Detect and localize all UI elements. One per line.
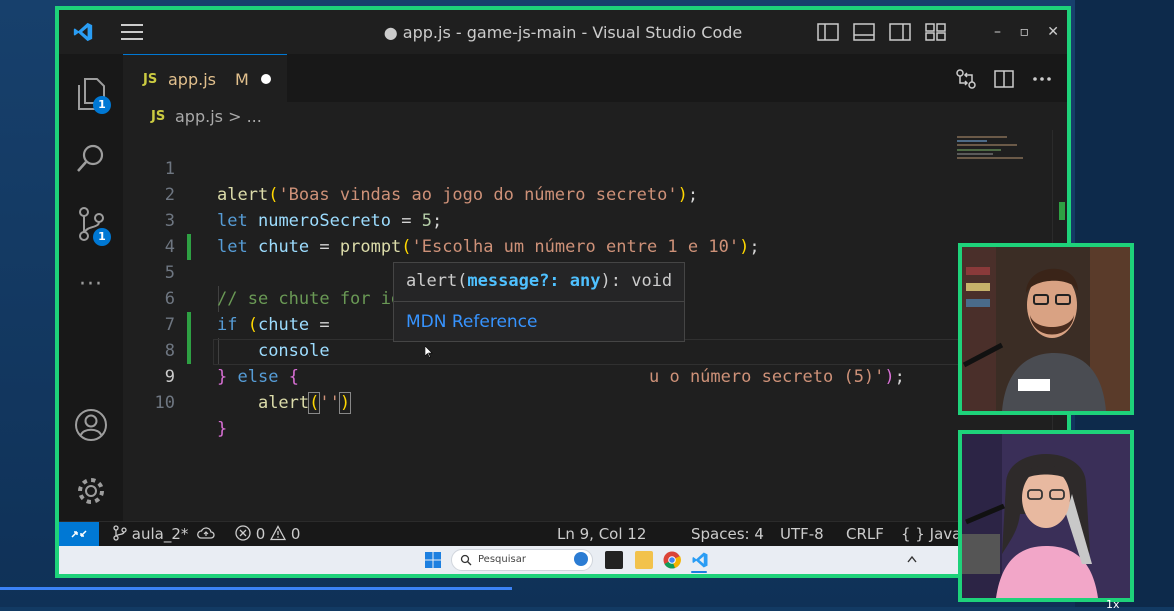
- customize-layout-icon[interactable]: [925, 23, 947, 41]
- branch-name: aula_2*: [131, 525, 189, 543]
- more-actions-icon[interactable]: [1031, 68, 1053, 90]
- title-bar: ● app.js - game-js-main - Visual Studio …: [59, 10, 1067, 54]
- webcam-presenter-1: [958, 243, 1134, 415]
- encoding-status[interactable]: UTF-8: [780, 525, 824, 543]
- layout-controls: [817, 23, 947, 41]
- tab-app-js[interactable]: JS app.js M: [123, 54, 287, 102]
- mdn-reference-link[interactable]: MDN Reference: [406, 312, 537, 332]
- search-icon: [460, 554, 472, 566]
- vscode-window: ● app.js - game-js-main - Visual Studio …: [55, 6, 1071, 578]
- explorer-button[interactable]: 1: [59, 70, 123, 118]
- webcam-presenter-2: [958, 430, 1134, 602]
- activity-bar: 1 1 ···: [59, 54, 123, 522]
- breadcrumb-path[interactable]: app.js > ...: [175, 107, 262, 126]
- account-icon: [75, 409, 107, 441]
- search-icon: [77, 144, 104, 172]
- mouse-cursor-icon: [425, 346, 433, 358]
- cloud-sync-icon: [197, 527, 215, 539]
- tab-label: app.js: [168, 70, 216, 89]
- source-control-badge: 1: [93, 228, 111, 246]
- toggle-panel-icon[interactable]: [853, 23, 875, 41]
- indentation-status[interactable]: Spaces: 4: [691, 525, 764, 543]
- hover-tooltip: alert(message?: any): void MDN Reference: [393, 262, 685, 342]
- remote-icon: [71, 530, 87, 538]
- chrome-icon[interactable]: [663, 551, 681, 569]
- status-bar: aula_2* 0 0 Ln 9, Col 12 Spaces: 4 UTF-8…: [59, 521, 1067, 546]
- gear-icon: [78, 478, 104, 504]
- editor-actions: [955, 68, 1053, 90]
- video-progress-bar[interactable]: [0, 587, 512, 590]
- playback-speed[interactable]: 1x: [1106, 598, 1120, 611]
- code-line: 3 let chute = prompt('Escolha um número …: [123, 182, 1053, 257]
- source-control-button[interactable]: 1: [59, 200, 123, 248]
- vscode-taskbar-icon[interactable]: [691, 551, 709, 569]
- eol-status[interactable]: CRLF: [846, 525, 884, 543]
- unsaved-dot-icon[interactable]: [261, 74, 271, 84]
- problems-status[interactable]: 0 0: [235, 525, 300, 543]
- toggle-secondary-sidebar-icon[interactable]: [889, 23, 911, 41]
- javascript-file-icon: JS: [151, 109, 166, 124]
- code-line: 10 }: [123, 364, 1053, 439]
- close-button[interactable]: ✕: [1047, 24, 1059, 40]
- toggle-primary-sidebar-icon[interactable]: [817, 23, 839, 41]
- braces-icon: { }: [901, 525, 925, 543]
- search-button[interactable]: [59, 134, 123, 182]
- manage-button[interactable]: [59, 467, 123, 515]
- branch-icon: [113, 525, 127, 541]
- scrollbar-change-marker: [1059, 202, 1065, 220]
- split-editor-icon[interactable]: [993, 68, 1015, 90]
- code-line: 1 alert('Boas vindas ao jogo do número s…: [123, 130, 1053, 205]
- presenter-1-image: [962, 247, 1130, 411]
- error-icon: [235, 525, 251, 541]
- cursor-position[interactable]: Ln 9, Col 12: [557, 525, 646, 543]
- javascript-file-icon: JS: [143, 72, 158, 87]
- epic-games-icon[interactable]: [605, 551, 623, 569]
- line-number: 10: [154, 393, 175, 413]
- taskbar-search[interactable]: Pesquisar: [451, 549, 593, 571]
- breadcrumb: JS app.js > ...: [123, 102, 1067, 130]
- chevron-up-icon[interactable]: [907, 555, 917, 563]
- tooltip-divider: [394, 301, 684, 302]
- code-line: 4: [123, 208, 1053, 257]
- minimize-button[interactable]: –: [994, 24, 1001, 40]
- remote-button[interactable]: [59, 522, 99, 546]
- code-editor[interactable]: 1 alert('Boas vindas ao jogo do número s…: [123, 130, 1067, 522]
- error-count: 0: [255, 525, 266, 543]
- code-line: 2 let numeroSecreto = 5;: [123, 156, 1053, 231]
- windows-taskbar: Pesquisar: [59, 546, 1067, 574]
- branch-status[interactable]: aula_2*: [113, 525, 215, 543]
- bing-icon: [574, 552, 588, 566]
- code-line: 5 // se chute for igual ao número secret…: [123, 234, 1053, 309]
- accounts-button[interactable]: [59, 401, 123, 449]
- restore-button[interactable]: ▫: [1020, 24, 1030, 40]
- more-views-button[interactable]: ···: [59, 260, 123, 308]
- tab-modified-status: M: [235, 70, 249, 89]
- compare-changes-icon[interactable]: [955, 68, 977, 90]
- file-explorer-icon[interactable]: [635, 551, 653, 569]
- tab-bar: JS app.js M: [123, 54, 1067, 102]
- active-app-indicator: [691, 571, 707, 573]
- search-placeholder: Pesquisar: [478, 554, 526, 565]
- function-signature: alert(message?: any): void: [406, 271, 673, 291]
- windows-start-icon[interactable]: [425, 552, 441, 568]
- presenter-2-image: [962, 434, 1130, 598]
- warning-count: 0: [290, 525, 301, 543]
- explorer-badge: 1: [93, 96, 111, 114]
- warning-icon: [270, 525, 287, 541]
